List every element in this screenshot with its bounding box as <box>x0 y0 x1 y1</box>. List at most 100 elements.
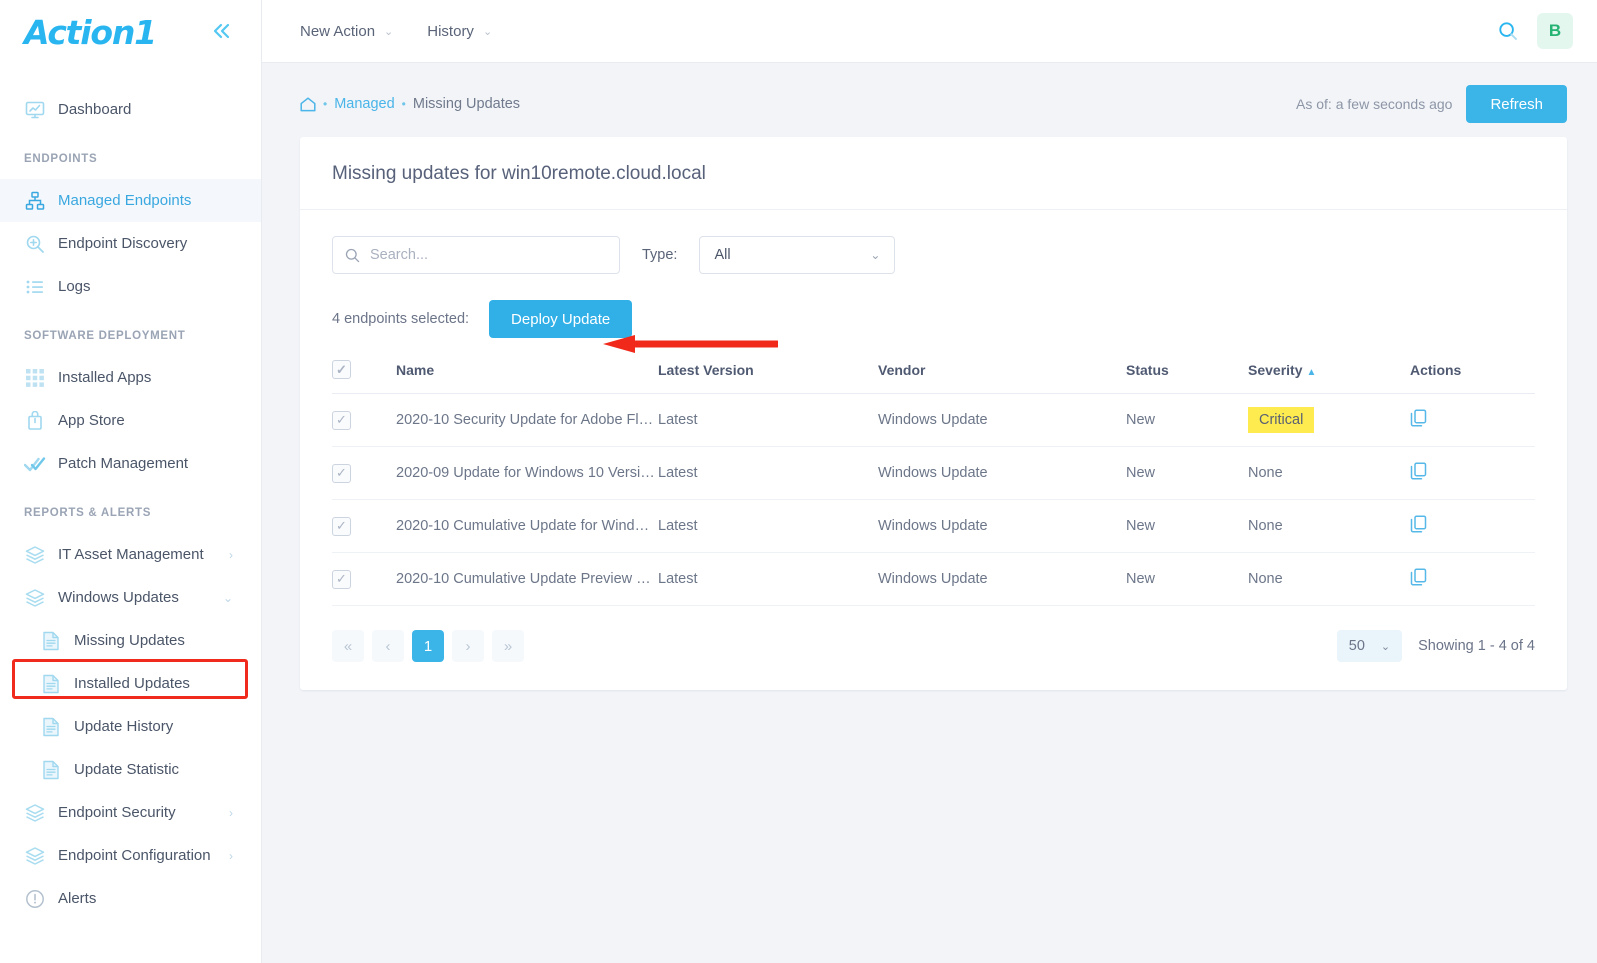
sidebar-item-endpoint-security[interactable]: Endpoint Security › <box>0 791 261 834</box>
document-icon <box>40 630 62 652</box>
alert-circle-icon <box>24 888 46 910</box>
sidebar-item-update-statistic[interactable]: Update Statistic <box>0 748 261 791</box>
search-input[interactable] <box>370 247 607 263</box>
double-check-icon <box>24 453 46 475</box>
type-filter-select[interactable]: All ⌄ <box>699 236 896 274</box>
sidebar-item-alerts[interactable]: Alerts <box>0 877 261 920</box>
missing-updates-card: Missing updates for win10remote.cloud.lo… <box>300 137 1567 690</box>
breadcrumb-managed[interactable]: Managed <box>334 96 394 112</box>
pagination-last-button[interactable]: » <box>492 630 524 662</box>
sidebar-item-managed-endpoints[interactable]: Managed Endpoints <box>0 179 261 222</box>
copy-icon[interactable] <box>1410 409 1427 427</box>
document-icon <box>40 673 62 695</box>
home-icon[interactable] <box>300 96 316 112</box>
copy-icon[interactable] <box>1410 515 1427 533</box>
pagination-first-button[interactable]: « <box>332 630 364 662</box>
column-header-status[interactable]: Status <box>1126 360 1248 394</box>
breadcrumb: • Managed • Missing Updates <box>300 96 520 112</box>
row-checkbox[interactable]: ✓ <box>332 516 351 536</box>
cell-actions <box>1410 499 1535 553</box>
refresh-button[interactable]: Refresh <box>1466 85 1567 123</box>
sidebar-item-missing-updates[interactable]: Missing Updates <box>0 619 261 662</box>
selected-count-label: 4 endpoints selected: <box>332 311 470 327</box>
row-checkbox-cell: ✓ <box>332 446 396 500</box>
select-all-checkbox[interactable]: ✓ <box>332 360 351 379</box>
cell-vendor: Windows Update <box>878 499 1126 553</box>
list-icon <box>24 276 46 298</box>
sidebar-item-label: Update Statistic <box>74 761 180 778</box>
sidebar-item-label: Endpoint Configuration <box>58 847 211 864</box>
missing-updates-table: ✓ Name Latest Version Vendor Status Seve… <box>332 360 1535 606</box>
cell-severity: Critical <box>1248 393 1410 447</box>
layers-icon <box>24 587 46 609</box>
grid-icon <box>24 367 46 389</box>
sidebar-item-update-history[interactable]: Update History <box>0 705 261 748</box>
copy-icon[interactable] <box>1410 462 1427 480</box>
sidebar-item-endpoint-discovery[interactable]: Endpoint Discovery <box>0 222 261 265</box>
column-header-vendor[interactable]: Vendor <box>878 360 1126 394</box>
user-avatar[interactable]: B <box>1537 13 1573 49</box>
sidebar-item-installed-apps[interactable]: Installed Apps <box>0 356 261 399</box>
search-box[interactable] <box>332 236 620 274</box>
menu-history-label: History <box>427 22 474 40</box>
sidebar-item-label: Endpoint Discovery <box>58 235 188 252</box>
sidebar-item-patch-management[interactable]: Patch Management <box>0 442 261 485</box>
table-row[interactable]: ✓ 2020-09 Update for Windows 10 Versi… L… <box>332 446 1535 500</box>
table-body: ✓ 2020-10 Security Update for Adobe Fl… … <box>332 393 1535 606</box>
sidebar-item-label: Patch Management <box>58 455 189 472</box>
pagination-next-button[interactable]: › <box>452 630 484 662</box>
sidebar-collapse-button[interactable] <box>205 17 239 48</box>
table-row[interactable]: ✓ 2020-10 Cumulative Update for Wind… La… <box>332 499 1535 553</box>
chevron-down-icon: ⌄ <box>222 590 233 605</box>
chevron-right-icon: › <box>229 547 233 562</box>
table-head: ✓ Name Latest Version Vendor Status Seve… <box>332 360 1535 394</box>
card-title: Missing updates for win10remote.cloud.lo… <box>300 137 1567 210</box>
row-checkbox[interactable]: ✓ <box>332 463 351 483</box>
table-row[interactable]: ✓ 2020-10 Security Update for Adobe Fl… … <box>332 393 1535 447</box>
top-menu: New Action ⌄ History ⌄ <box>300 23 492 40</box>
column-header-latest-version[interactable]: Latest Version <box>658 360 878 394</box>
cell-actions <box>1410 552 1535 606</box>
cell-vendor: Windows Update <box>878 552 1126 606</box>
layers-icon <box>24 845 46 867</box>
sidebar-item-installed-updates[interactable]: Installed Updates <box>0 662 261 705</box>
row-checkbox[interactable]: ✓ <box>332 569 351 589</box>
global-search-button[interactable] <box>1497 20 1519 42</box>
sidebar-item-label: Logs <box>58 278 91 295</box>
sidebar-item-app-store[interactable]: App Store <box>0 399 261 442</box>
sort-asc-icon: ▲ <box>1306 366 1317 378</box>
sidebar-item-dashboard[interactable]: Dashboard <box>0 88 261 131</box>
menu-new-action[interactable]: New Action ⌄ <box>300 23 393 40</box>
app-root: Action1 Dashboard ENDPOINTS Managed Endp… <box>0 0 1597 963</box>
column-header-severity[interactable]: Severity ▲ <box>1248 360 1410 394</box>
sidebar-item-logs[interactable]: Logs <box>0 265 261 308</box>
chevron-right-icon: › <box>229 805 233 820</box>
page-size-select[interactable]: 50 ⌄ <box>1336 630 1403 662</box>
select-all-header: ✓ <box>332 360 396 394</box>
sidebar-item-endpoint-configuration[interactable]: Endpoint Configuration › <box>0 834 261 877</box>
chevron-right-icon: › <box>229 848 233 863</box>
sidebar-item-it-asset-management[interactable]: IT Asset Management › <box>0 533 261 576</box>
layers-icon <box>24 802 46 824</box>
pagination-page-1[interactable]: 1 <box>412 630 444 662</box>
menu-history[interactable]: History ⌄ <box>427 23 492 40</box>
menu-new-action-label: New Action <box>300 22 376 40</box>
sidebar-item-label: Managed Endpoints <box>58 192 192 209</box>
column-header-name[interactable]: Name <box>396 360 658 394</box>
cell-severity: None <box>1248 552 1410 606</box>
sidebar-item-windows-updates[interactable]: Windows Updates ⌄ <box>0 576 261 619</box>
sidebar-item-label: Update History <box>74 718 174 735</box>
sidebar: Action1 Dashboard ENDPOINTS Managed Endp… <box>0 0 262 963</box>
row-checkbox[interactable]: ✓ <box>332 410 351 430</box>
type-filter-label: Type: <box>642 247 678 263</box>
breadcrumb-separator: • <box>401 97 406 111</box>
sidebar-item-label: App Store <box>58 412 125 429</box>
sidebar-item-label: Dashboard <box>58 101 132 118</box>
deploy-update-button[interactable]: Deploy Update <box>489 300 633 338</box>
sidebar-section-reports-alerts: REPORTS & ALERTS <box>24 507 152 519</box>
table-row[interactable]: ✓ 2020-10 Cumulative Update Preview … La… <box>332 552 1535 606</box>
chevron-down-icon: ⌄ <box>384 25 394 38</box>
copy-icon[interactable] <box>1410 568 1427 586</box>
pagination-prev-button[interactable]: ‹ <box>372 630 404 662</box>
breadcrumb-current: Missing Updates <box>412 96 521 112</box>
